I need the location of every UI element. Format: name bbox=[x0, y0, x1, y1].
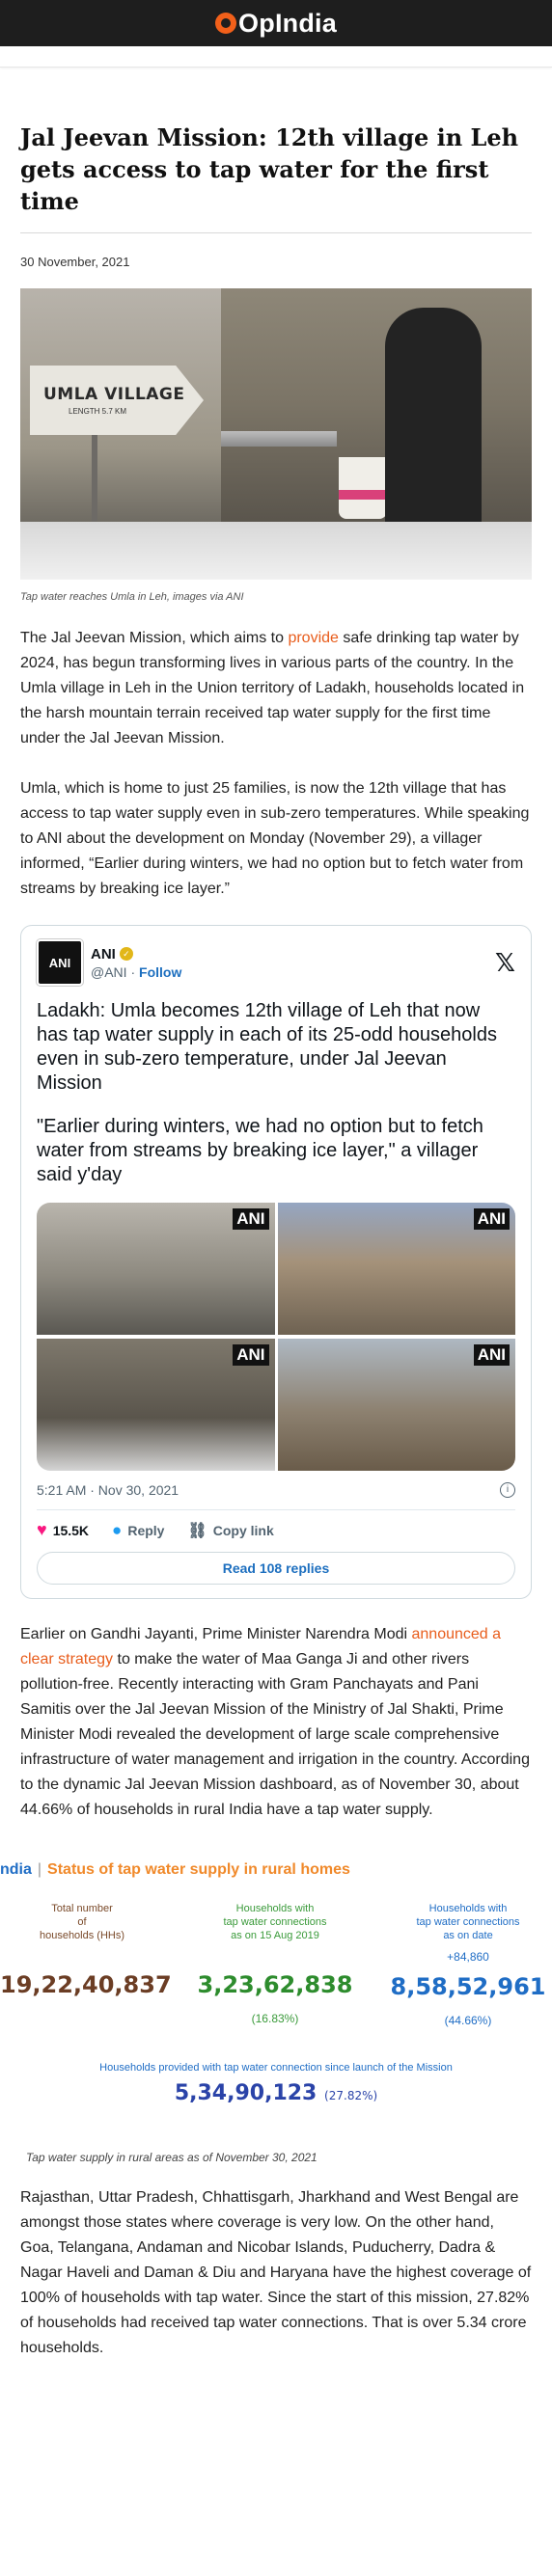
ani-watermark: ANI bbox=[233, 1343, 269, 1366]
umla-village-sign: UMLA VILLAGE LENGTH 5.7 KM bbox=[30, 366, 204, 435]
hero-caption: Tap water reaches Umla in Leh, images vi… bbox=[20, 591, 244, 603]
paragraph-3-text-a: Earlier on Gandhi Jayanti, Prime Ministe… bbox=[20, 1626, 412, 1642]
tweet-handle[interactable]: @ANI bbox=[91, 964, 127, 980]
link-icon: ⛓ bbox=[187, 1522, 207, 1539]
infographic-header: ndia | Status of tap water supply in rural… bbox=[0, 1861, 350, 1879]
reply-bubble-icon: ● bbox=[112, 1520, 123, 1539]
article: Jal Jeevan Mission: 12th village in Leh … bbox=[0, 122, 552, 2361]
paragraph-3-text-b: to make the water of Maa Ganga Ji and ot… bbox=[20, 1651, 530, 1818]
tweet-image-3[interactable]: ANI bbox=[37, 1338, 275, 1471]
stat-label: as on 15 Aug 2019 bbox=[231, 1930, 319, 1941]
paragraph-2: Umla, which is home to just 25 families,… bbox=[20, 780, 530, 897]
infographic-brand: ndia bbox=[0, 1861, 32, 1878]
tweet-author: ANI ✓ @ANI · Follow bbox=[91, 946, 495, 980]
tweet-text: Ladakh: Umla becomes 12th village of Leh… bbox=[37, 1000, 497, 1094]
tweet-image-4[interactable]: ANI bbox=[277, 1338, 515, 1471]
tap-water-infographic: ndia | Status of tap water supply in rural… bbox=[0, 1861, 552, 2141]
avatar[interactable]: ANI bbox=[37, 939, 83, 986]
stat-value: 5,34,90,123 bbox=[174, 2081, 317, 2105]
tweet-meta: 5:21 AM · Nov 30, 2021 i bbox=[37, 1482, 515, 1510]
title-divider bbox=[20, 232, 532, 233]
sign-main-text: UMLA VILLAGE bbox=[43, 385, 185, 404]
stat-value: 8,58,52,961 bbox=[390, 1973, 546, 2000]
stat-label: Households with bbox=[428, 1903, 508, 1914]
article-title: Jal Jeevan Mission: 12th village in Leh … bbox=[20, 123, 519, 215]
tweet-author-name-row: ANI ✓ bbox=[91, 946, 495, 963]
verified-badge-icon: ✓ bbox=[119, 947, 133, 961]
site-header: OpIndia bbox=[0, 0, 552, 46]
paragraph-1-text-a: The Jal Jeevan Mission, which aims to bbox=[20, 630, 289, 646]
paragraph-1: The Jal Jeevan Mission, which aims to pr… bbox=[20, 626, 532, 751]
stat-label: Total number bbox=[51, 1903, 113, 1914]
site-logo[interactable]: OpIndia bbox=[215, 9, 337, 39]
stat-since-launch: Households provided with tap water conne… bbox=[0, 2062, 552, 2105]
ani-watermark: ANI bbox=[473, 1343, 510, 1366]
reply-label: Reply bbox=[127, 1522, 165, 1538]
stat-label: Households with bbox=[235, 1903, 315, 1914]
water-pipe bbox=[221, 431, 337, 447]
like-button[interactable]: ♥ 15.5K bbox=[37, 1520, 89, 1540]
stat-label: tap water connections bbox=[223, 1916, 327, 1928]
ani-watermark: ANI bbox=[233, 1208, 269, 1230]
like-count: 15.5K bbox=[52, 1522, 90, 1538]
header-subbar bbox=[0, 46, 552, 68]
handle-separator: · bbox=[130, 963, 136, 980]
tweet-timestamp[interactable]: 5:21 AM · Nov 30, 2021 bbox=[37, 1482, 179, 1498]
infographic-caption: Tap water supply in rural areas as of No… bbox=[26, 2151, 317, 2164]
stat-label: of bbox=[77, 1916, 87, 1928]
provide-link[interactable]: provide bbox=[288, 630, 338, 646]
stat-total-households: Total number of households (HHs) 19,22,4… bbox=[0, 1902, 172, 1998]
info-icon[interactable]: i bbox=[500, 1482, 515, 1498]
tweet-media-grid: ANI ANI ANI ANI bbox=[37, 1203, 515, 1471]
paragraph-3: Earlier on Gandhi Jayanti, Prime Ministe… bbox=[20, 1622, 532, 1823]
hero-image: UMLA VILLAGE LENGTH 5.7 KM bbox=[20, 288, 532, 580]
tweet-actions: ♥ 15.5K ● Reply ⛓ Copy link bbox=[37, 1520, 515, 1540]
infographic-title: Status of tap water supply in rural home… bbox=[47, 1861, 350, 1878]
article-date: 30 November, 2021 bbox=[20, 255, 130, 269]
site-logo-text: OpIndia bbox=[238, 8, 337, 38]
paragraph-1-text-b: safe drinking tap water by 2024, has beg… bbox=[20, 630, 525, 746]
stat-percent: (16.83%) bbox=[251, 2012, 299, 2025]
stat-label: tap water connections bbox=[416, 1916, 520, 1928]
stat-label: as on date bbox=[443, 1930, 493, 1941]
stat-as-on-date: Households with tap water connections as… bbox=[386, 1902, 550, 2027]
read-replies-button[interactable]: Read 108 replies bbox=[37, 1552, 515, 1585]
stat-value-row: 5,34,90,123 (27.82%) bbox=[0, 2081, 552, 2105]
stat-value: 19,22,40,837 bbox=[0, 1971, 172, 1998]
tweet-header: ANI ANI ✓ @ANI · Follow 𝕏 bbox=[37, 939, 515, 986]
follow-button[interactable]: Follow bbox=[139, 964, 181, 980]
tweet-image-2[interactable]: ANI bbox=[277, 1203, 515, 1335]
bucket-stripe bbox=[339, 490, 387, 500]
stat-value: 3,23,62,838 bbox=[197, 1971, 353, 1998]
copy-link-button[interactable]: ⛓ Copy link bbox=[187, 1521, 273, 1540]
stat-increment: +84,860 bbox=[447, 1950, 489, 1964]
x-logo-icon[interactable]: 𝕏 bbox=[495, 948, 515, 978]
reply-button[interactable]: ● Reply bbox=[112, 1521, 164, 1540]
paragraph-4: Rajasthan, Uttar Pradesh, Chhattisgarh, … bbox=[20, 2189, 532, 2356]
hero-image-villager bbox=[221, 288, 532, 580]
bucket bbox=[339, 457, 387, 519]
heart-icon: ♥ bbox=[37, 1520, 47, 1539]
stat-aug-2019: Households with tap water connections as… bbox=[193, 1902, 357, 2025]
opindia-logo-mark-icon bbox=[215, 13, 237, 34]
stat-label: Households provided with tap water conne… bbox=[99, 2062, 453, 2074]
ani-watermark: ANI bbox=[473, 1208, 510, 1230]
hero-image-signboard: UMLA VILLAGE LENGTH 5.7 KM bbox=[20, 288, 221, 580]
sign-sub-text: LENGTH 5.7 KM bbox=[69, 407, 127, 416]
stat-label: households (HHs) bbox=[39, 1930, 125, 1941]
tweet-handle-row: @ANI · Follow bbox=[91, 964, 495, 980]
tweet-quote: "Earlier during winters, we had no optio… bbox=[37, 1116, 483, 1185]
copy-link-label: Copy link bbox=[212, 1522, 274, 1538]
tweet-image-1[interactable]: ANI bbox=[37, 1203, 275, 1335]
stat-percent: (44.66%) bbox=[444, 2014, 492, 2027]
tweet-author-name[interactable]: ANI bbox=[91, 946, 116, 963]
snow-ground bbox=[20, 522, 221, 580]
stat-percent: (27.82%) bbox=[324, 2089, 378, 2102]
embedded-tweet: ANI ANI ✓ @ANI · Follow 𝕏 Ladakh: Umla b… bbox=[20, 925, 532, 1599]
snow-ground-right bbox=[221, 522, 532, 580]
infographic-separator: | bbox=[37, 1861, 42, 1878]
